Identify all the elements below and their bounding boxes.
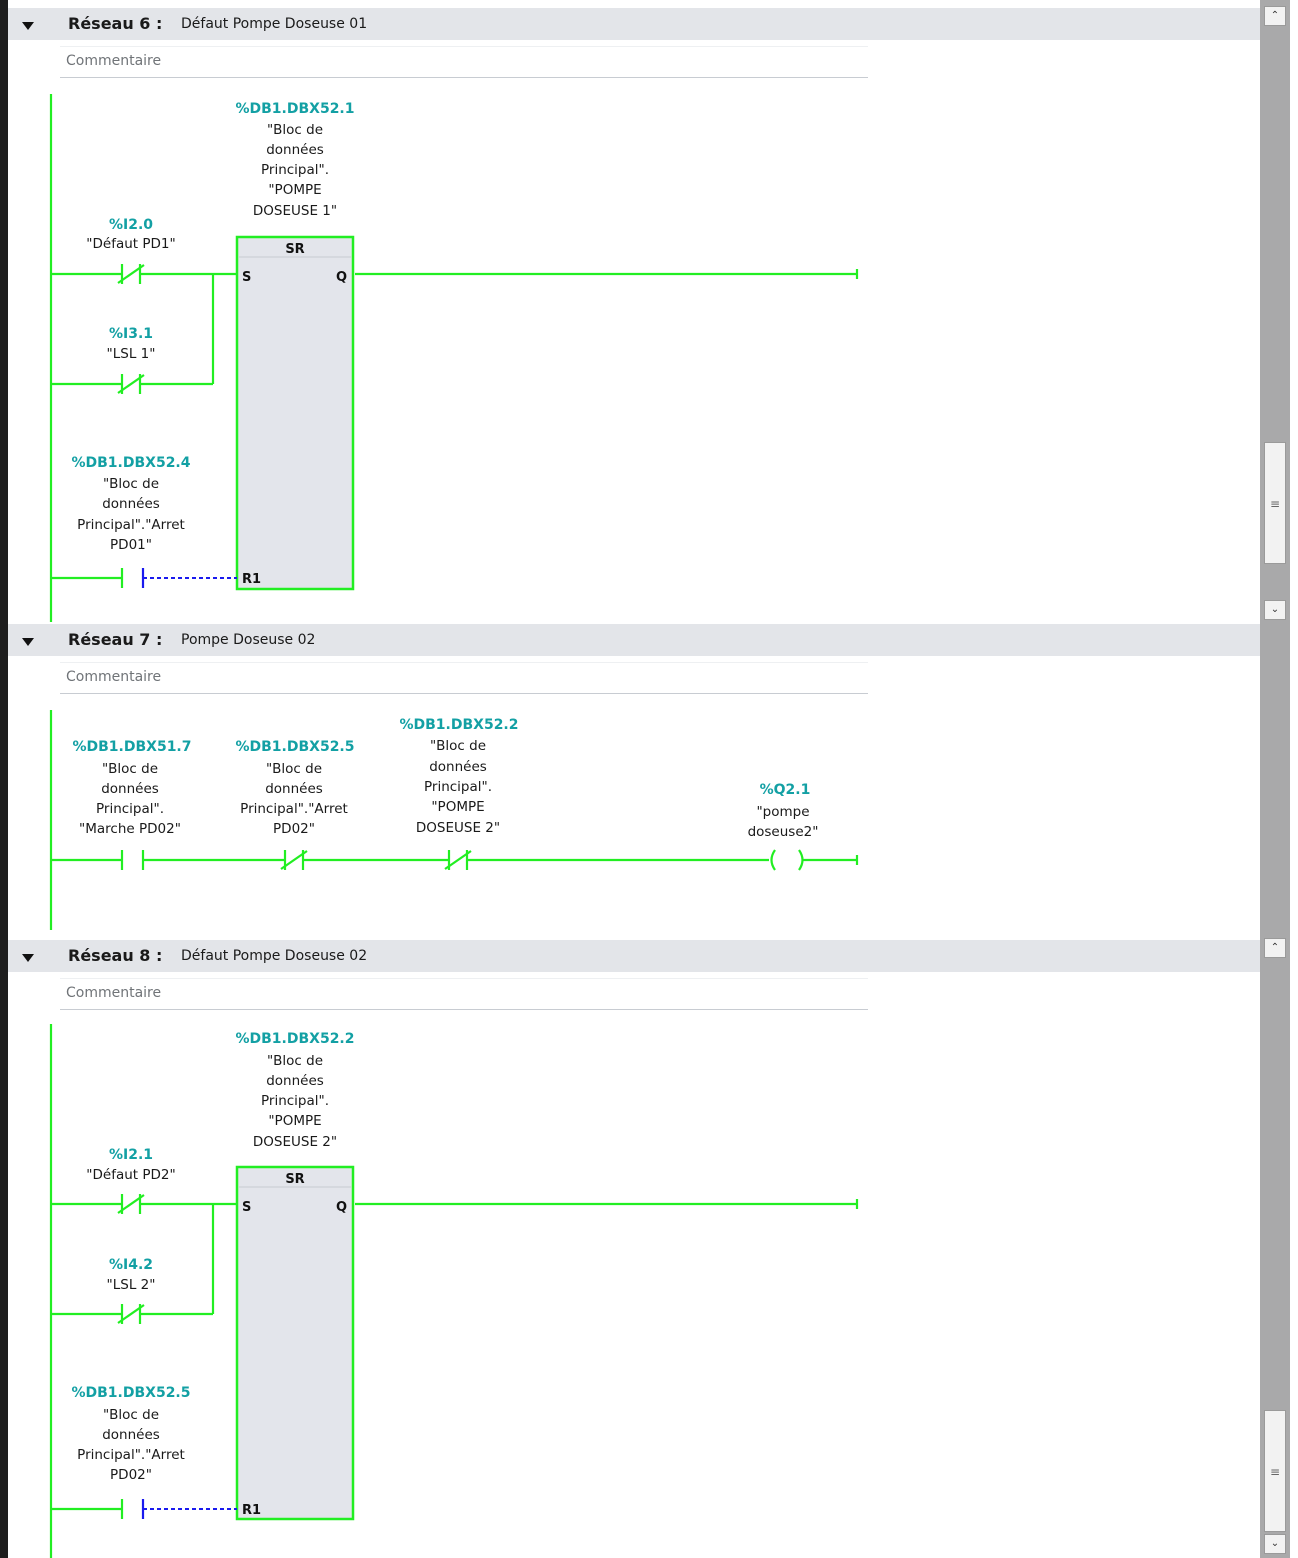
contact-label: "Défaut PD1" bbox=[86, 236, 175, 252]
contact-address: %I2.0 bbox=[109, 217, 153, 233]
sr-label-line: données bbox=[266, 142, 324, 158]
scroll-down-button[interactable]: ⌄ bbox=[1264, 1534, 1286, 1554]
sr-block-title: SR bbox=[285, 1172, 304, 1187]
contact-label: "Bloc de bbox=[430, 738, 486, 754]
network-7-panel: Réseau 7 : Pompe Doseuse 02 Commentaire … bbox=[0, 622, 1298, 938]
contact-label: données bbox=[102, 496, 160, 512]
contact-label: "Bloc de bbox=[102, 761, 158, 777]
contact-label: "Défaut PD2" bbox=[86, 1167, 175, 1183]
contact-label: Principal". bbox=[96, 801, 164, 817]
scroll-up-button[interactable]: ⌃ bbox=[1264, 6, 1286, 26]
sr-pin-s: S bbox=[242, 270, 251, 285]
contact-address: %I2.1 bbox=[109, 1147, 153, 1163]
sr-block[interactable]: SR S Q R1 bbox=[235, 1165, 355, 1521]
sr-pin-r1: R1 bbox=[242, 1503, 261, 1518]
contact-address: %DB1.DBX52.4 bbox=[71, 455, 190, 471]
network-8-ladder: %DB1.DBX52.2 "Bloc de données Principal"… bbox=[49, 1024, 859, 1558]
network-7-ladder: %DB1.DBX51.7 "Bloc de données Principal"… bbox=[49, 710, 859, 930]
network-8-panel: Réseau 8 : Défaut Pompe Doseuse 02 Comme… bbox=[0, 938, 1298, 1558]
sr-label-line: "POMPE bbox=[268, 1113, 321, 1129]
sr-label-line: DOSEUSE 1" bbox=[253, 203, 337, 219]
coil-address: %Q2.1 bbox=[760, 782, 811, 798]
scroll-thumb[interactable]: ≡ bbox=[1264, 1410, 1286, 1532]
sr-label-line: "Bloc de bbox=[267, 122, 323, 138]
scroll-up-button[interactable]: ⌃ bbox=[1264, 938, 1286, 958]
contact-label: "POMPE bbox=[431, 799, 484, 815]
network-6-ladder: %DB1.DBX52.1 "Bloc de données Principal"… bbox=[49, 94, 859, 622]
contact-label: Principal"."Arret bbox=[77, 517, 185, 533]
contact-label: Principal"."Arret bbox=[240, 801, 348, 817]
no-contact[interactable] bbox=[51, 568, 237, 588]
contact-address: %DB1.DBX52.5 bbox=[235, 739, 354, 755]
contact-label: "LSL 1" bbox=[107, 346, 156, 362]
contact-label: Principal". bbox=[424, 779, 492, 795]
sr-label-line: données bbox=[266, 1073, 324, 1089]
sr-block[interactable]: SR S Q R1 bbox=[235, 235, 355, 591]
scroll-thumb[interactable]: ≡ bbox=[1264, 442, 1286, 564]
contact-label: données bbox=[101, 781, 159, 797]
sr-label-line: Principal". bbox=[261, 162, 329, 178]
sr-block-address: %DB1.DBX52.2 bbox=[235, 1031, 354, 1047]
contact-address: %DB1.DBX52.5 bbox=[71, 1385, 190, 1401]
nc-contact[interactable] bbox=[51, 264, 237, 284]
network-6-panel: Réseau 6 : Défaut Pompe Doseuse 01 Comme… bbox=[0, 0, 1298, 622]
contact-label: données bbox=[265, 781, 323, 797]
sr-pin-s: S bbox=[242, 1200, 251, 1215]
contact-label: Principal"."Arret bbox=[77, 1447, 185, 1463]
sr-pin-q: Q bbox=[336, 270, 347, 285]
contact-label: DOSEUSE 2" bbox=[416, 820, 500, 836]
scrollbar-track[interactable] bbox=[1260, 622, 1290, 938]
coil-label: "pompe bbox=[756, 804, 809, 820]
no-contact[interactable] bbox=[51, 1499, 237, 1519]
contact-label: PD02" bbox=[110, 1467, 152, 1483]
contact-label: données bbox=[102, 1427, 160, 1443]
contact-label: PD01" bbox=[110, 537, 152, 553]
nc-contact[interactable] bbox=[51, 1194, 237, 1214]
sr-pin-q: Q bbox=[336, 1200, 347, 1215]
contact-address: %I4.2 bbox=[109, 1257, 153, 1273]
sr-block-title: SR bbox=[285, 242, 304, 257]
sr-label-line: "POMPE bbox=[268, 182, 321, 198]
sr-block-address: %DB1.DBX52.1 bbox=[235, 101, 354, 117]
contact-label: "Bloc de bbox=[103, 476, 159, 492]
contact-label: "Bloc de bbox=[103, 1407, 159, 1423]
contact-address: %I3.1 bbox=[109, 326, 153, 342]
sr-label-line: DOSEUSE 2" bbox=[253, 1134, 337, 1150]
scroll-down-button[interactable]: ⌄ bbox=[1264, 600, 1286, 620]
coil-label: doseuse2" bbox=[748, 824, 819, 840]
sr-label-line: "Bloc de bbox=[267, 1053, 323, 1069]
contact-label: "Marche PD02" bbox=[79, 821, 181, 837]
contact-label: PD02" bbox=[273, 821, 315, 837]
contact-label: "LSL 2" bbox=[107, 1277, 156, 1293]
contact-label: "Bloc de bbox=[266, 761, 322, 777]
contact-label: données bbox=[429, 759, 487, 775]
sr-label-line: Principal". bbox=[261, 1093, 329, 1109]
output-coil[interactable] bbox=[770, 849, 804, 871]
sr-pin-r1: R1 bbox=[242, 572, 261, 587]
contact-address: %DB1.DBX51.7 bbox=[72, 739, 191, 755]
no-contact[interactable] bbox=[120, 850, 145, 870]
contact-address: %DB1.DBX52.2 bbox=[399, 717, 518, 733]
